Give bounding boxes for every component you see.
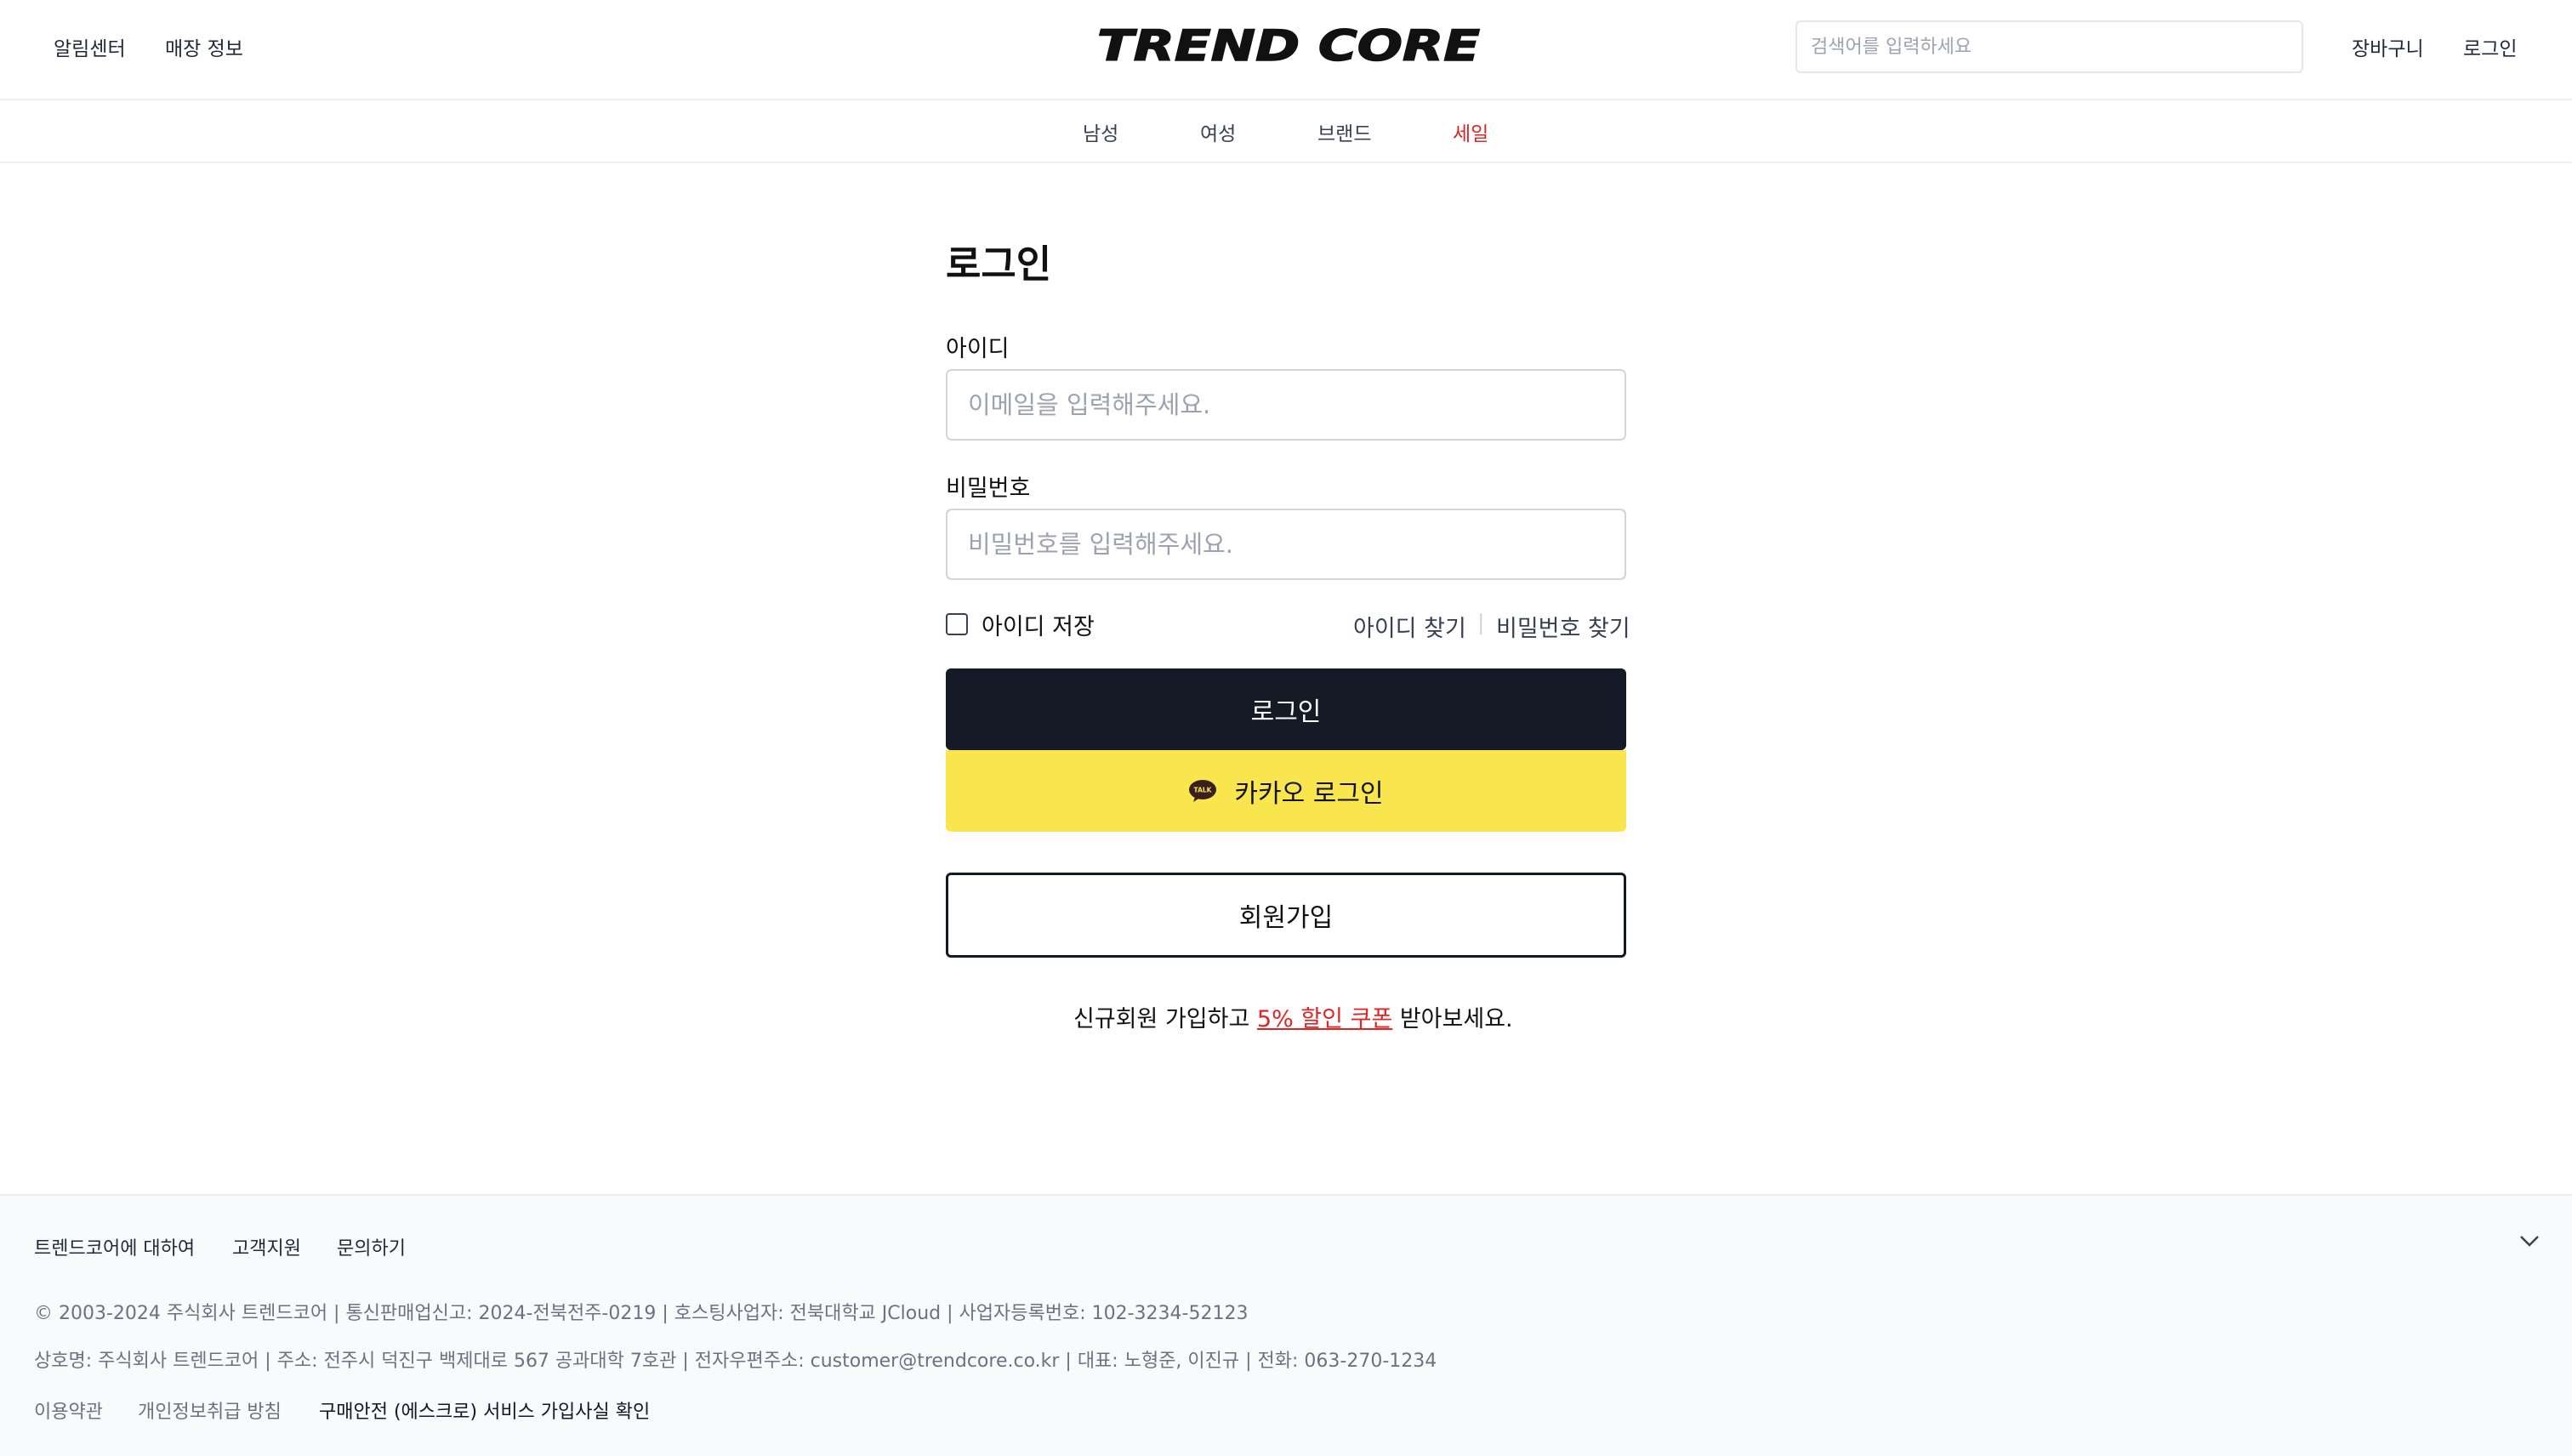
footer-link-inquiry[interactable]: 문의하기 [337,1233,406,1260]
signup-promo: 신규회원 가입하고 5% 할인 쿠폰 받아보세요. [1073,1000,1513,1033]
link-separator: | [1477,610,1485,634]
password-label: 비밀번호 [946,475,1031,502]
site-logo[interactable]: TREND CORE [1094,17,1483,78]
kakao-login-button[interactable]: TALK 카카오 로그인 [946,750,1626,832]
footer-link-support[interactable]: 고객지원 [232,1233,301,1260]
footer-copyright: © 2003-2024 주식회사 트렌드코어 | 통신판매업신고: 2024-전… [34,1303,1249,1324]
footer-escrow-link[interactable]: 구매안전 (에스크로) 서비스 가입사실 확인 [319,1396,650,1424]
site-header: 알림센터 매장 정보 TREND CORE 장바구니 로그인 [0,0,2572,100]
remember-id-checkbox[interactable] [946,613,968,635]
signup-button-label: 회원가입 [1238,903,1334,933]
nav-item-men[interactable]: 남성 [1083,117,1118,146]
password-input[interactable] [946,509,1626,580]
footer-privacy-link[interactable]: 개인정보취급 방침 [138,1396,282,1424]
chevron-down-icon[interactable] [2519,1235,2540,1247]
logo-text: TREND CORE [1097,21,1480,71]
notification-center-link[interactable]: 알림센터 [54,32,126,61]
remember-id[interactable]: 아이디 저장 [946,611,1095,640]
login-link[interactable]: 로그인 [2463,32,2517,61]
promo-prefix: 신규회원 가입하고 [1073,1006,1257,1032]
id-input[interactable] [946,369,1626,441]
remember-id-label: 아이디 저장 [982,613,1095,640]
footer-link-about[interactable]: 트렌드코어에 대하여 [34,1233,195,1260]
nav-item-women[interactable]: 여성 [1200,117,1236,146]
id-label: 아이디 [946,336,1010,362]
cart-link[interactable]: 장바구니 [2352,32,2424,61]
kakao-talk-icon: TALK [1189,780,1217,802]
category-nav: 남성 여성 브랜드 세일 [0,100,2572,163]
find-password-link[interactable]: 비밀번호 찾기 [1496,610,1630,643]
nav-item-brand[interactable]: 브랜드 [1317,117,1371,146]
coupon-link[interactable]: 5% 할인 쿠폰 [1257,1006,1392,1032]
search-input[interactable] [1795,20,2303,73]
page-title: 로그인 [946,242,1052,287]
nav-item-sale[interactable]: 세일 [1453,117,1488,146]
store-info-link[interactable]: 매장 정보 [165,32,243,61]
promo-suffix: 받아보세요. [1392,1006,1513,1032]
site-footer: 트렌드코어에 대하여 고객지원 문의하기 © 2003-2024 주식회사 트렌… [0,1194,2572,1456]
login-button-label: 로그인 [1250,697,1322,727]
kakao-login-label: 카카오 로그인 [1234,779,1384,809]
find-id-link[interactable]: 아이디 찾기 [1353,610,1466,643]
signup-button[interactable]: 회원가입 [946,873,1626,958]
footer-terms-link[interactable]: 이용약관 [34,1396,103,1424]
login-button[interactable]: 로그인 [946,668,1626,750]
footer-company-info: 상호명: 주식회사 트렌드코어 | 주소: 전주시 덕진구 백제대로 567 공… [34,1351,1437,1372]
kakao-icon-text: TALK [1194,787,1213,794]
